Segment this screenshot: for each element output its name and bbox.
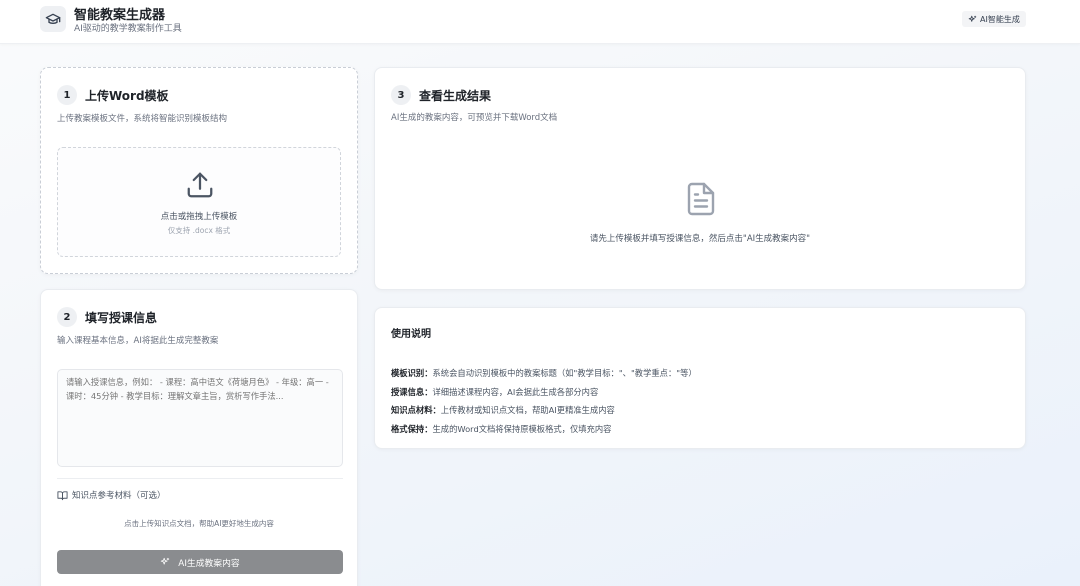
knowledge-material-label: 知识点参考材料（可选） [57,489,166,501]
step3-header: 3 查看生成结果 [391,85,491,105]
generate-button[interactable]: AI生成教案内容 [57,550,343,574]
template-upload-zone[interactable]: 点击或拖拽上传模板 仅支持 .docx 格式 [57,147,341,257]
app-header: 智能教案生成器 AI驱动的教学教案制作工具 AI智能生成 [0,0,1080,44]
step-title: 上传Word模板 [85,88,169,103]
usage-title: 使用说明 [391,329,431,340]
upload-text: 点击或拖拽上传模板 [160,212,238,222]
usage-item: 模板识别：系统会自动识别模板中的教案标题（如"教学目标："、"教学重点："等） [391,364,697,383]
step2-header: 2 填写授课信息 [57,307,157,327]
document-icon [683,179,719,223]
step-title: 查看生成结果 [419,88,492,103]
usage-item: 授课信息：详细描述课程内容，AI会据此生成各部分内容 [391,383,697,402]
usage-item: 知识点材料：上传教材或知识点文档，帮助AI更精准生成内容 [391,401,697,420]
upload-template-card: 1 上传Word模板 上传教案模板文件，系统将智能识别模板结构 点击或拖拽上传模… [40,67,358,274]
course-info-textarea[interactable] [57,369,343,467]
step-title: 填写授课信息 [85,310,158,325]
knowledge-material-label-text: 知识点参考材料（可选） [72,491,166,501]
ai-badge-label: AI智能生成 [980,14,1020,24]
usage-term: 模板识别： [391,368,433,378]
graduation-cap-icon [45,11,61,27]
result-card: 3 查看生成结果 AI生成的教案内容，可预览并下载Word文档 请先上传模板并填… [374,67,1026,290]
generate-button-label: AI生成教案内容 [178,558,240,569]
usage-item: 格式保持：生成的Word文档将保持原模板格式，仅填充内容 [391,420,697,439]
usage-text: 系统会自动识别模板中的教案标题（如"教学目标："、"教学重点："等） [432,368,697,378]
step-description: 输入课程基本信息，AI将据此生成完整教案 [57,336,219,346]
step-number: 1 [57,85,77,105]
usage-term: 格式保持： [391,423,433,434]
step-description: AI生成的教案内容，可预览并下载Word文档 [391,113,558,123]
step-number: 3 [391,85,411,105]
usage-text: 上传教材或知识点文档，帮助AI更精准生成内容 [440,405,615,415]
usage-card: 使用说明 模板识别：系统会自动识别模板中的教案标题（如"教学目标："、"教学重点… [374,307,1026,449]
usage-text: 详细描述课程内容，AI会据此生成各部分内容 [432,386,599,397]
divider [57,478,343,479]
knowledge-upload-zone[interactable]: 点击上传知识点文档，帮助AI更好地生成内容 [41,518,357,529]
empty-state-text: 请先上传模板并填写授课信息，然后点击"AI生成教案内容" [589,234,811,244]
step-description: 上传教案模板文件，系统将智能识别模板结构 [57,114,228,124]
sparkles-icon [968,15,977,24]
book-open-icon [57,490,68,501]
app-logo [40,6,66,32]
usage-list: 模板识别：系统会自动识别模板中的教案标题（如"教学目标："、"教学重点："等） … [391,364,697,438]
app-subtitle: AI驱动的教学教案制作工具 [74,24,182,34]
course-info-card: 2 填写授课信息 输入课程基本信息，AI将据此生成完整教案 知识点参考材料（可选… [40,289,358,586]
usage-text: 生成的Word文档将保持原模板格式，仅填充内容 [432,423,612,434]
ai-badge: AI智能生成 [962,11,1026,27]
upload-hint: 仅支持 .docx 格式 [167,226,231,235]
sparkles-icon [160,557,170,567]
usage-term: 知识点材料： [391,405,441,415]
step1-header: 1 上传Word模板 [57,85,169,105]
step-number: 2 [57,307,77,327]
usage-term: 授课信息： [391,386,433,397]
upload-icon [185,170,215,204]
